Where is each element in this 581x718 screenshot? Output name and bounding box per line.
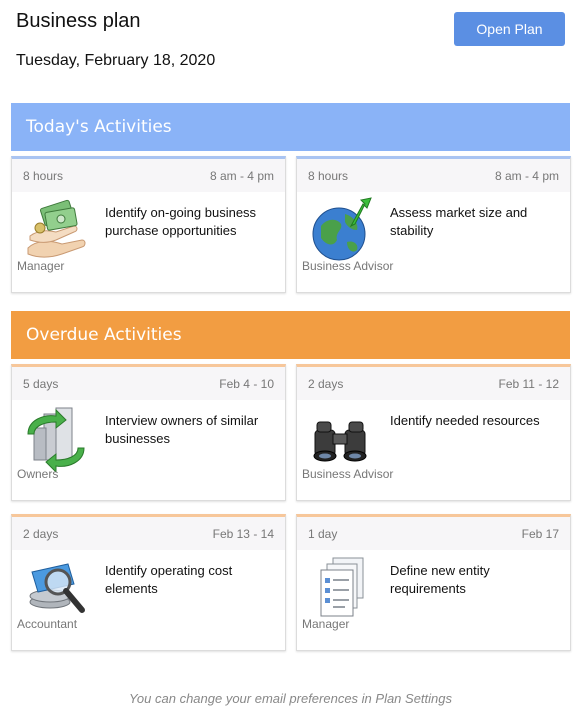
card-role: Manager [17,259,65,273]
activity-card[interactable]: 1 day Feb 17 Define new entity requireme… [296,514,571,651]
card-title: Assess market size and stability [390,205,528,238]
card-header: 8 hours 8 am - 4 pm [297,159,570,192]
card-title: Define new entity requirements [390,563,490,596]
buildings-cycle-icon [27,407,85,472]
card-role: Accountant [17,617,78,631]
card-header: 5 days Feb 4 - 10 [12,367,285,400]
section-overdue-label: Overdue Activities [26,325,182,345]
card-role: Owners [17,467,59,481]
card-duration: 1 day [308,526,338,541]
activity-card[interactable]: 8 hours 8 am - 4 pm Assess market size a… [296,156,571,293]
open-plan-button[interactable]: Open Plan [454,12,565,46]
email-preferences-note: You can change your email preferences in… [128,691,453,706]
card-header: 2 days Feb 13 - 14 [12,517,285,550]
card-role: Business Advisor [302,259,394,273]
page-date: Tuesday, February 18, 2020 [16,52,216,69]
page-header: Business plan Tuesday, February 18, 2020… [16,10,565,90]
card-timeframe: Feb 11 - 12 [498,376,559,391]
activity-card[interactable]: 2 days Feb 11 - 12 Identify needed resou… [296,364,571,501]
card-timeframe: Feb 4 - 10 [219,376,274,391]
card-duration: 8 hours [308,168,349,183]
card-timeframe: Feb 13 - 14 [212,526,274,541]
card-duration: 5 days [23,376,59,391]
card-duration: 2 days [23,526,59,541]
card-title: Identify needed resources [390,413,540,428]
card-role: Manager [302,617,350,631]
activity-card[interactable]: 2 days Feb 13 - 14 Identify operating co… [11,514,286,651]
section-overdue-header: Overdue Activities [11,311,570,359]
card-title: Identify operating cost elements [105,563,233,596]
card-duration: 2 days [308,376,344,391]
card-role: Business Advisor [302,467,394,481]
card-timeframe: 8 am - 4 pm [494,168,559,183]
section-today-header: Today's Activities [11,103,570,151]
page-title: Business plan [16,10,141,32]
card-title: Identify on-going business purchase oppo… [105,205,257,238]
activity-card[interactable]: 5 days Feb 4 - 10 Interview owners of si… [11,364,286,501]
globe-arrow-icon [312,197,372,261]
activity-card[interactable]: 8 hours 8 am - 4 pm Identify on-going bu… [11,156,286,293]
card-duration: 8 hours [23,168,64,183]
binoculars-icon [313,421,367,462]
card-header: 8 hours 8 am - 4 pm [12,159,285,192]
card-timeframe: Feb 17 [521,526,559,541]
money-hand-icon [27,199,86,258]
card-header: 1 day Feb 17 [297,517,570,550]
section-today-label: Today's Activities [26,117,172,137]
card-header: 2 days Feb 11 - 12 [297,367,570,400]
card-title: Interview owners of similar businesses [105,413,259,446]
card-timeframe: 8 am - 4 pm [209,168,274,183]
magnifier-coins-icon [29,563,85,613]
checklist-documents-icon [320,557,364,617]
